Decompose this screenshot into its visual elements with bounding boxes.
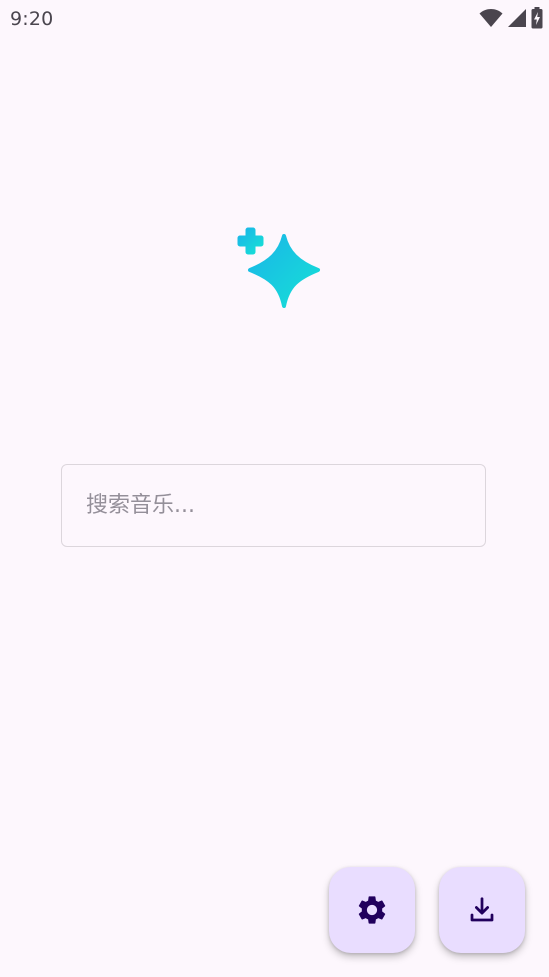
wifi-icon	[479, 7, 503, 29]
search-input[interactable]	[62, 465, 485, 546]
gear-icon	[355, 893, 389, 927]
app-screen: 9:20	[0, 0, 549, 977]
download-button[interactable]	[439, 867, 525, 953]
status-time: 9:20	[10, 8, 54, 30]
status-icons	[479, 6, 543, 30]
battery-charging-icon	[531, 7, 543, 29]
download-icon	[467, 895, 497, 925]
search-field[interactable]	[61, 464, 486, 547]
status-bar: 9:20	[0, 0, 549, 38]
sparkle-icon	[228, 227, 324, 316]
settings-button[interactable]	[329, 867, 415, 953]
cellular-signal-icon	[507, 8, 527, 28]
sparkle-logo	[228, 222, 324, 312]
